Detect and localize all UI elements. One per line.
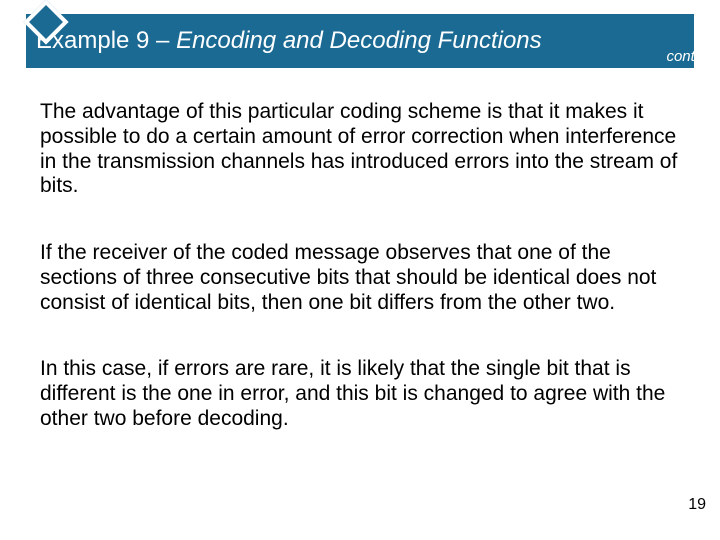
paragraph-2: If the receiver of the coded message obs… <box>40 241 680 315</box>
title-contd: cont'd <box>666 48 706 65</box>
title-bar: Example 9 – Encoding and Decoding Functi… <box>26 14 694 68</box>
title-emphasis: Encoding and Decoding Functions <box>176 27 542 54</box>
slide-title: Example 9 – Encoding and Decoding Functi… <box>36 27 542 55</box>
page-number: 19 <box>688 496 706 514</box>
paragraph-3: In this case, if errors are rare, it is … <box>40 357 680 431</box>
paragraph-1: The advantage of this particular coding … <box>40 100 680 199</box>
slide: Example 9 – Encoding and Decoding Functi… <box>0 0 720 540</box>
body-text: The advantage of this particular coding … <box>40 100 680 474</box>
